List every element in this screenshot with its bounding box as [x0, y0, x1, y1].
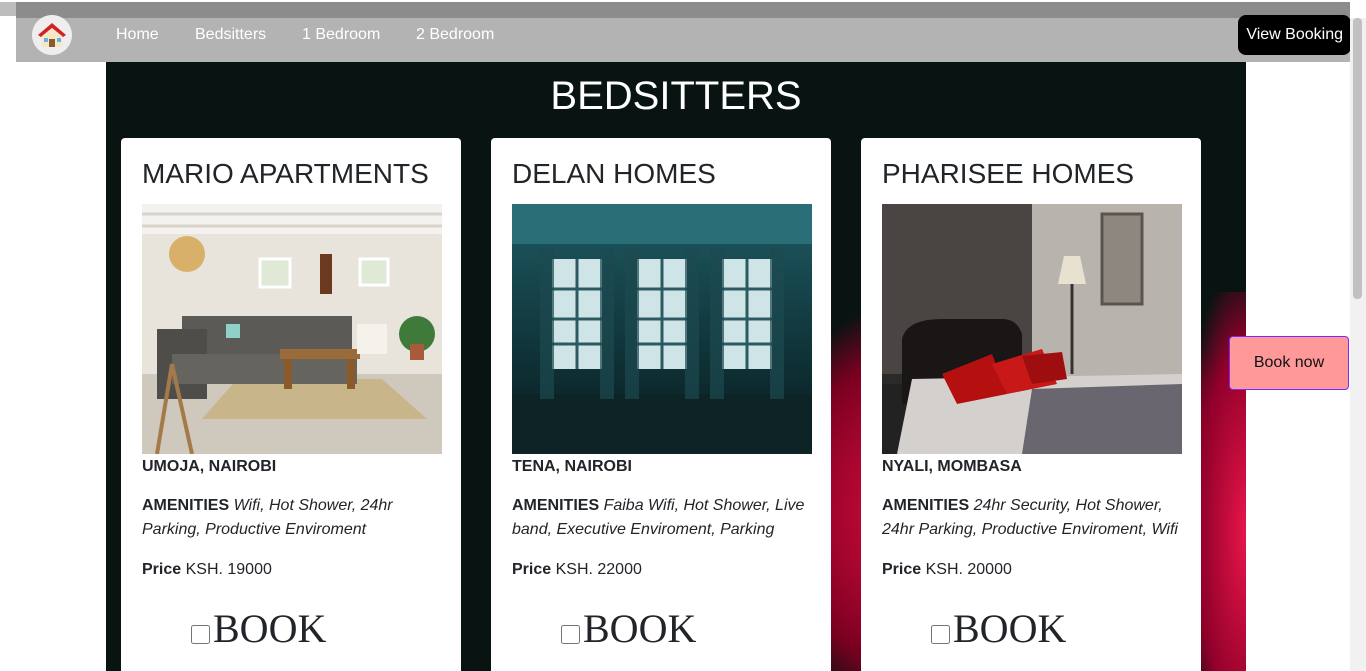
book-option[interactable]: BOOK: [931, 605, 1066, 652]
bedroom-photo: [882, 204, 1182, 454]
card-title: MARIO APARTMENTS: [142, 158, 429, 189]
card-location: UMOJA, NAIROBI: [142, 458, 277, 475]
card-amenities: AMENITIES Wifi, Hot Shower, 24hr Parking…: [142, 494, 442, 542]
price-value: KSH. 22000: [555, 561, 642, 578]
card-price: Price KSH. 20000: [882, 561, 1012, 579]
bedsitters-section: BEDSITTERS MARIO APARTMENTS UMOJA, NAIRO…: [106, 62, 1246, 671]
book-option[interactable]: BOOK: [191, 605, 326, 652]
vertical-scrollbar[interactable]: [1350, 18, 1366, 671]
card-location: TENA, NAIROBI: [512, 458, 632, 475]
living-room-photo: [142, 204, 442, 454]
amenities-label: AMENITIES: [142, 497, 230, 514]
book-label: BOOK: [583, 606, 697, 651]
book-label: BOOK: [213, 606, 327, 651]
card-amenities: AMENITIES 24hr Security, Hot Shower, 24h…: [882, 494, 1182, 542]
card-amenities: AMENITIES Faiba Wifi, Hot Shower, Live b…: [512, 494, 812, 542]
house-logo-icon[interactable]: [32, 15, 72, 55]
card-title: DELAN HOMES: [512, 158, 716, 189]
listing-card: DELAN HOMES TENA, NAIROBI AMENITIES Faib…: [491, 138, 831, 671]
scrollbar-thumb[interactable]: [1353, 18, 1362, 299]
book-label: BOOK: [953, 606, 1067, 651]
nav-2-bedroom-link[interactable]: 2 Bedroom: [416, 26, 494, 44]
navbar: Home Bedsitters 1 Bedroom 2 Bedroom View…: [16, 15, 1351, 62]
price-label: Price: [512, 561, 552, 578]
top-strip-edge: [0, 2, 16, 16]
card-location: NYALI, MOMBASA: [882, 458, 1022, 475]
card-price: Price KSH. 22000: [512, 561, 642, 579]
book-checkbox[interactable]: [191, 625, 210, 644]
section-title: BEDSITTERS: [550, 74, 802, 118]
view-booking-button[interactable]: View Booking: [1238, 15, 1351, 55]
amenities-label: AMENITIES: [882, 497, 970, 514]
price-value: KSH. 19000: [185, 561, 272, 578]
card-price: Price KSH. 19000: [142, 561, 272, 579]
price-label: Price: [882, 561, 922, 578]
horizontal-scrollbar[interactable]: [16, 2, 1350, 18]
empty-room-photo: [512, 204, 812, 454]
card-title: PHARISEE HOMES: [882, 158, 1135, 189]
price-value: KSH. 20000: [925, 561, 1012, 578]
nav-home-link[interactable]: Home: [116, 26, 159, 44]
book-checkbox[interactable]: [561, 625, 580, 644]
price-label: Price: [142, 561, 182, 578]
book-now-button[interactable]: Book now: [1229, 336, 1349, 390]
book-option[interactable]: BOOK: [561, 605, 696, 652]
nav-1-bedroom-link[interactable]: 1 Bedroom: [302, 26, 380, 44]
nav-bedsitters-link[interactable]: Bedsitters: [195, 26, 266, 44]
listing-card: MARIO APARTMENTS UMOJA, NAIROBI AMENITIE…: [121, 138, 461, 671]
book-checkbox[interactable]: [931, 625, 950, 644]
listing-card: PHARISEE HOMES NYALI, MOMBASA AMENITIES …: [861, 138, 1201, 671]
amenities-label: AMENITIES: [512, 497, 600, 514]
browser-top-strip: [0, 0, 1366, 18]
